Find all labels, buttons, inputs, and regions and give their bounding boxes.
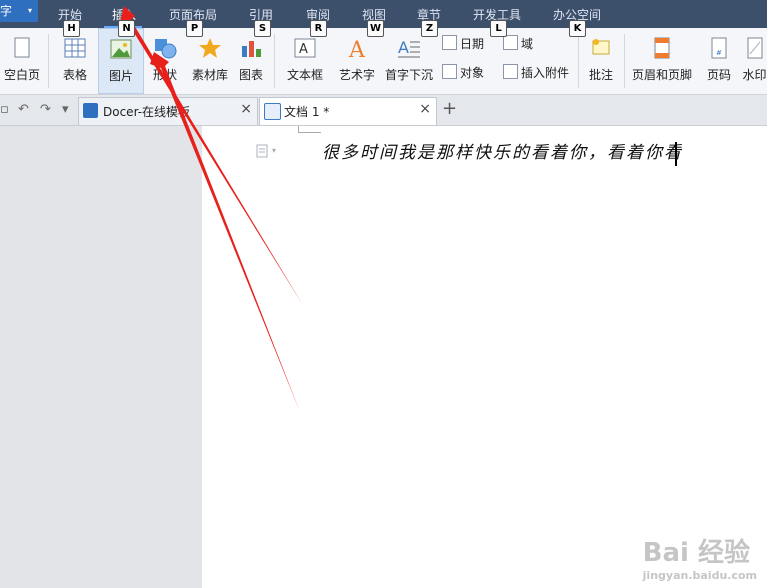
app-menu-caret: ▾ [28,6,33,15]
app-menu-button[interactable]: 字 ▾ [0,0,38,22]
textbox-button[interactable]: A 文本框 [280,28,330,92]
shape-label: 形状 [152,68,177,82]
object-icon [442,64,457,79]
paragraph-icon[interactable] [256,144,268,158]
picture-button[interactable]: 图片 [98,28,144,94]
keytip-section: Z [421,20,438,37]
watermark-icon [747,37,763,59]
header-footer-icon [654,37,670,59]
date-button[interactable]: 日期 [442,35,484,53]
drop-cap-label: 首字下沉 [384,68,433,82]
object-label: 对象 [460,66,485,80]
close-icon[interactable]: × [240,101,252,117]
textbox-label: 文本框 [286,68,323,82]
wordart-label: 艺术字 [338,68,375,82]
wordart-button[interactable]: A 艺术字 [336,28,378,92]
bar-chart-icon [242,41,261,57]
keytip-view: W [367,20,384,37]
star-icon [199,38,221,58]
new-tab-button[interactable]: + [442,98,457,119]
keytip-office-space: K [569,20,586,37]
page-number-icon: # [711,37,727,59]
header-footer-button[interactable]: 页眉和页脚 [630,28,694,92]
blank-page-label: 空白页 [3,68,40,82]
table-icon [64,38,86,58]
page-number-label: 页码 [706,68,731,82]
watermark-button[interactable]: 水印 [742,28,767,92]
object-button[interactable]: 对象 [442,64,484,82]
document-tab-bar: ▫ ↶ ↷ ▾ Docer-在线模板 × 文档 1 * × [0,95,767,126]
date-label: 日期 [460,37,485,51]
copy-icon[interactable]: ▫ [0,102,9,117]
chart-button[interactable]: 图表 [234,28,268,92]
undo-icon[interactable]: ↶ [18,102,29,117]
svg-text:A: A [299,42,308,57]
paperclip-icon [503,64,518,79]
ribbon-separator [274,34,275,88]
ribbon-separator [578,34,579,88]
picture-icon [110,39,132,59]
field-icon [503,35,518,50]
comment-button[interactable]: 批注 [584,28,618,92]
left-gray-margin [0,126,202,588]
ribbon-separator [48,34,49,88]
keytip-home: H [63,20,80,37]
svg-text:#: # [716,49,722,57]
comment-icon [592,39,610,55]
page-number-button[interactable]: # 页码 [700,28,738,92]
calendar-icon [442,35,457,50]
tab-docer-templates[interactable]: Docer-在线模板 × [78,97,258,125]
keytip-page-layout: P [186,20,203,37]
field-button[interactable]: 域 [503,35,533,53]
margin-corner-mark [298,126,321,133]
document-page[interactable] [202,126,767,588]
material-library-button[interactable]: 素材库 [188,28,232,92]
baidu-watermark: Bai 经验 jingyan.baidu.com [643,532,757,582]
app-name: 字 [0,4,13,18]
attachment-label: 插入附件 [521,66,570,80]
blank-page-icon [14,37,30,58]
chevron-down-icon[interactable]: ▾ [272,146,276,155]
table-button[interactable]: 表格 [54,28,96,92]
keytip-references: S [254,20,271,37]
docer-icon [83,103,98,118]
keytip-review: R [310,20,327,37]
tab-document-1[interactable]: 文档 1 * × [259,97,437,125]
keytip-developer: L [490,20,507,37]
ribbon-toolbar: 空白页 表格 图片 形状 素材库 图表 A 文本框 A 艺术字 A 首字下沉 日… [0,28,767,95]
chart-label: 图表 [238,68,263,82]
shape-icon [155,39,177,59]
quick-access-dropdown-icon[interactable]: ▾ [62,102,69,117]
comment-label: 批注 [588,68,613,82]
watermark-url: jingyan.baidu.com [642,569,757,582]
attachment-button[interactable]: 插入附件 [503,64,569,82]
document-text[interactable]: 很多时间我是那样快乐的看着你，看着你看 [322,140,683,166]
word-document-icon [264,103,281,120]
ribbon-separator [624,34,625,88]
drop-cap-button[interactable]: A 首字下沉 [382,28,436,92]
text-cursor [675,142,677,166]
material-library-label: 素材库 [191,68,228,82]
field-label: 域 [521,37,534,51]
tab-docer-label: Docer-在线模板 [103,105,191,119]
wordart-icon: A [348,38,366,60]
svg-text:A: A [398,38,409,57]
keytip-insert: N [118,20,135,37]
watermark-label: 水印 [742,68,767,82]
blank-page-button[interactable]: 空白页 [0,28,44,92]
close-icon[interactable]: × [419,101,431,117]
table-label: 表格 [62,68,87,82]
watermark-text: Bai 经验 [642,538,750,568]
header-footer-label: 页眉和页脚 [631,68,692,82]
picture-label: 图片 [108,69,133,83]
textbox-icon: A [294,38,316,58]
redo-icon[interactable]: ↷ [40,102,51,117]
svg-text:A: A [348,38,366,60]
tab-document-label: 文档 1 * [284,105,330,119]
drop-cap-icon: A [398,38,420,58]
shape-button[interactable]: 形状 [146,28,184,92]
